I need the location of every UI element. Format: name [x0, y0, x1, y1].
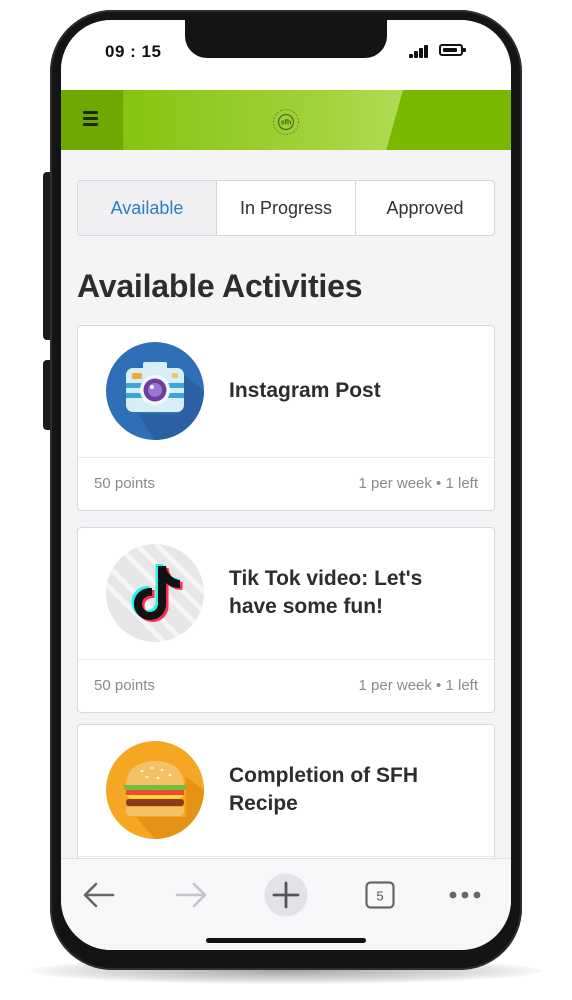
main-content: Available In Progress Approved Available…: [61, 150, 511, 858]
notch: [185, 20, 387, 58]
back-arrow-icon[interactable]: [77, 873, 121, 917]
tab-available[interactable]: Available: [78, 181, 217, 235]
forward-arrow-icon[interactable]: [169, 873, 213, 917]
activity-frequency: 1 per week • 1 left: [358, 475, 478, 492]
tab-switcher-button[interactable]: 5: [358, 873, 402, 917]
tab-approved[interactable]: Approved: [356, 181, 494, 235]
plus-icon[interactable]: [264, 873, 308, 917]
status-bar: 09 : 15: [61, 20, 511, 90]
tab-count: 5: [376, 889, 383, 904]
status-time: 09 : 15: [105, 42, 162, 61]
battery-icon: [439, 44, 466, 56]
tiktok-icon: [106, 544, 204, 642]
activity-tabs: Available In Progress Approved: [77, 180, 495, 236]
activity-card-tiktok[interactable]: Tik Tok video: Let's have some fun! 50 p…: [77, 527, 495, 713]
tab-in-progress[interactable]: In Progress: [217, 181, 356, 235]
burger-icon: [106, 741, 204, 839]
hamburger-menu-icon[interactable]: [83, 111, 101, 127]
home-indicator: [206, 938, 366, 943]
activity-card-recipe[interactable]: Completion of SFH Recipe: [77, 724, 495, 858]
more-dots-icon[interactable]: [443, 873, 487, 917]
activity-points: 50 points: [94, 677, 155, 694]
activity-title: Tik Tok video: Let's have some fun!: [229, 567, 423, 618]
signal-bars-icon: [409, 44, 431, 58]
sfh-logo-icon[interactable]: sfh: [272, 108, 300, 136]
activity-points: 50 points: [94, 475, 155, 492]
camera-icon: [106, 342, 204, 440]
logo-text: sfh: [281, 120, 292, 127]
phone-screen: 09 : 15 sfh Available In Progress Approv…: [61, 20, 511, 950]
page-title: Available Activities: [77, 268, 363, 304]
browser-toolbar: 5: [61, 858, 511, 950]
activity-title: Instagram Post: [229, 379, 381, 402]
app-header: sfh: [61, 90, 511, 150]
activity-card-instagram[interactable]: Instagram Post 50 points 1 per week • 1 …: [77, 325, 495, 511]
activity-title: Completion of SFH Recipe: [229, 764, 418, 815]
device-stage: 09 : 15 sfh Available In Progress Approv…: [0, 0, 572, 1000]
activity-frequency: 1 per week • 1 left: [358, 677, 478, 694]
